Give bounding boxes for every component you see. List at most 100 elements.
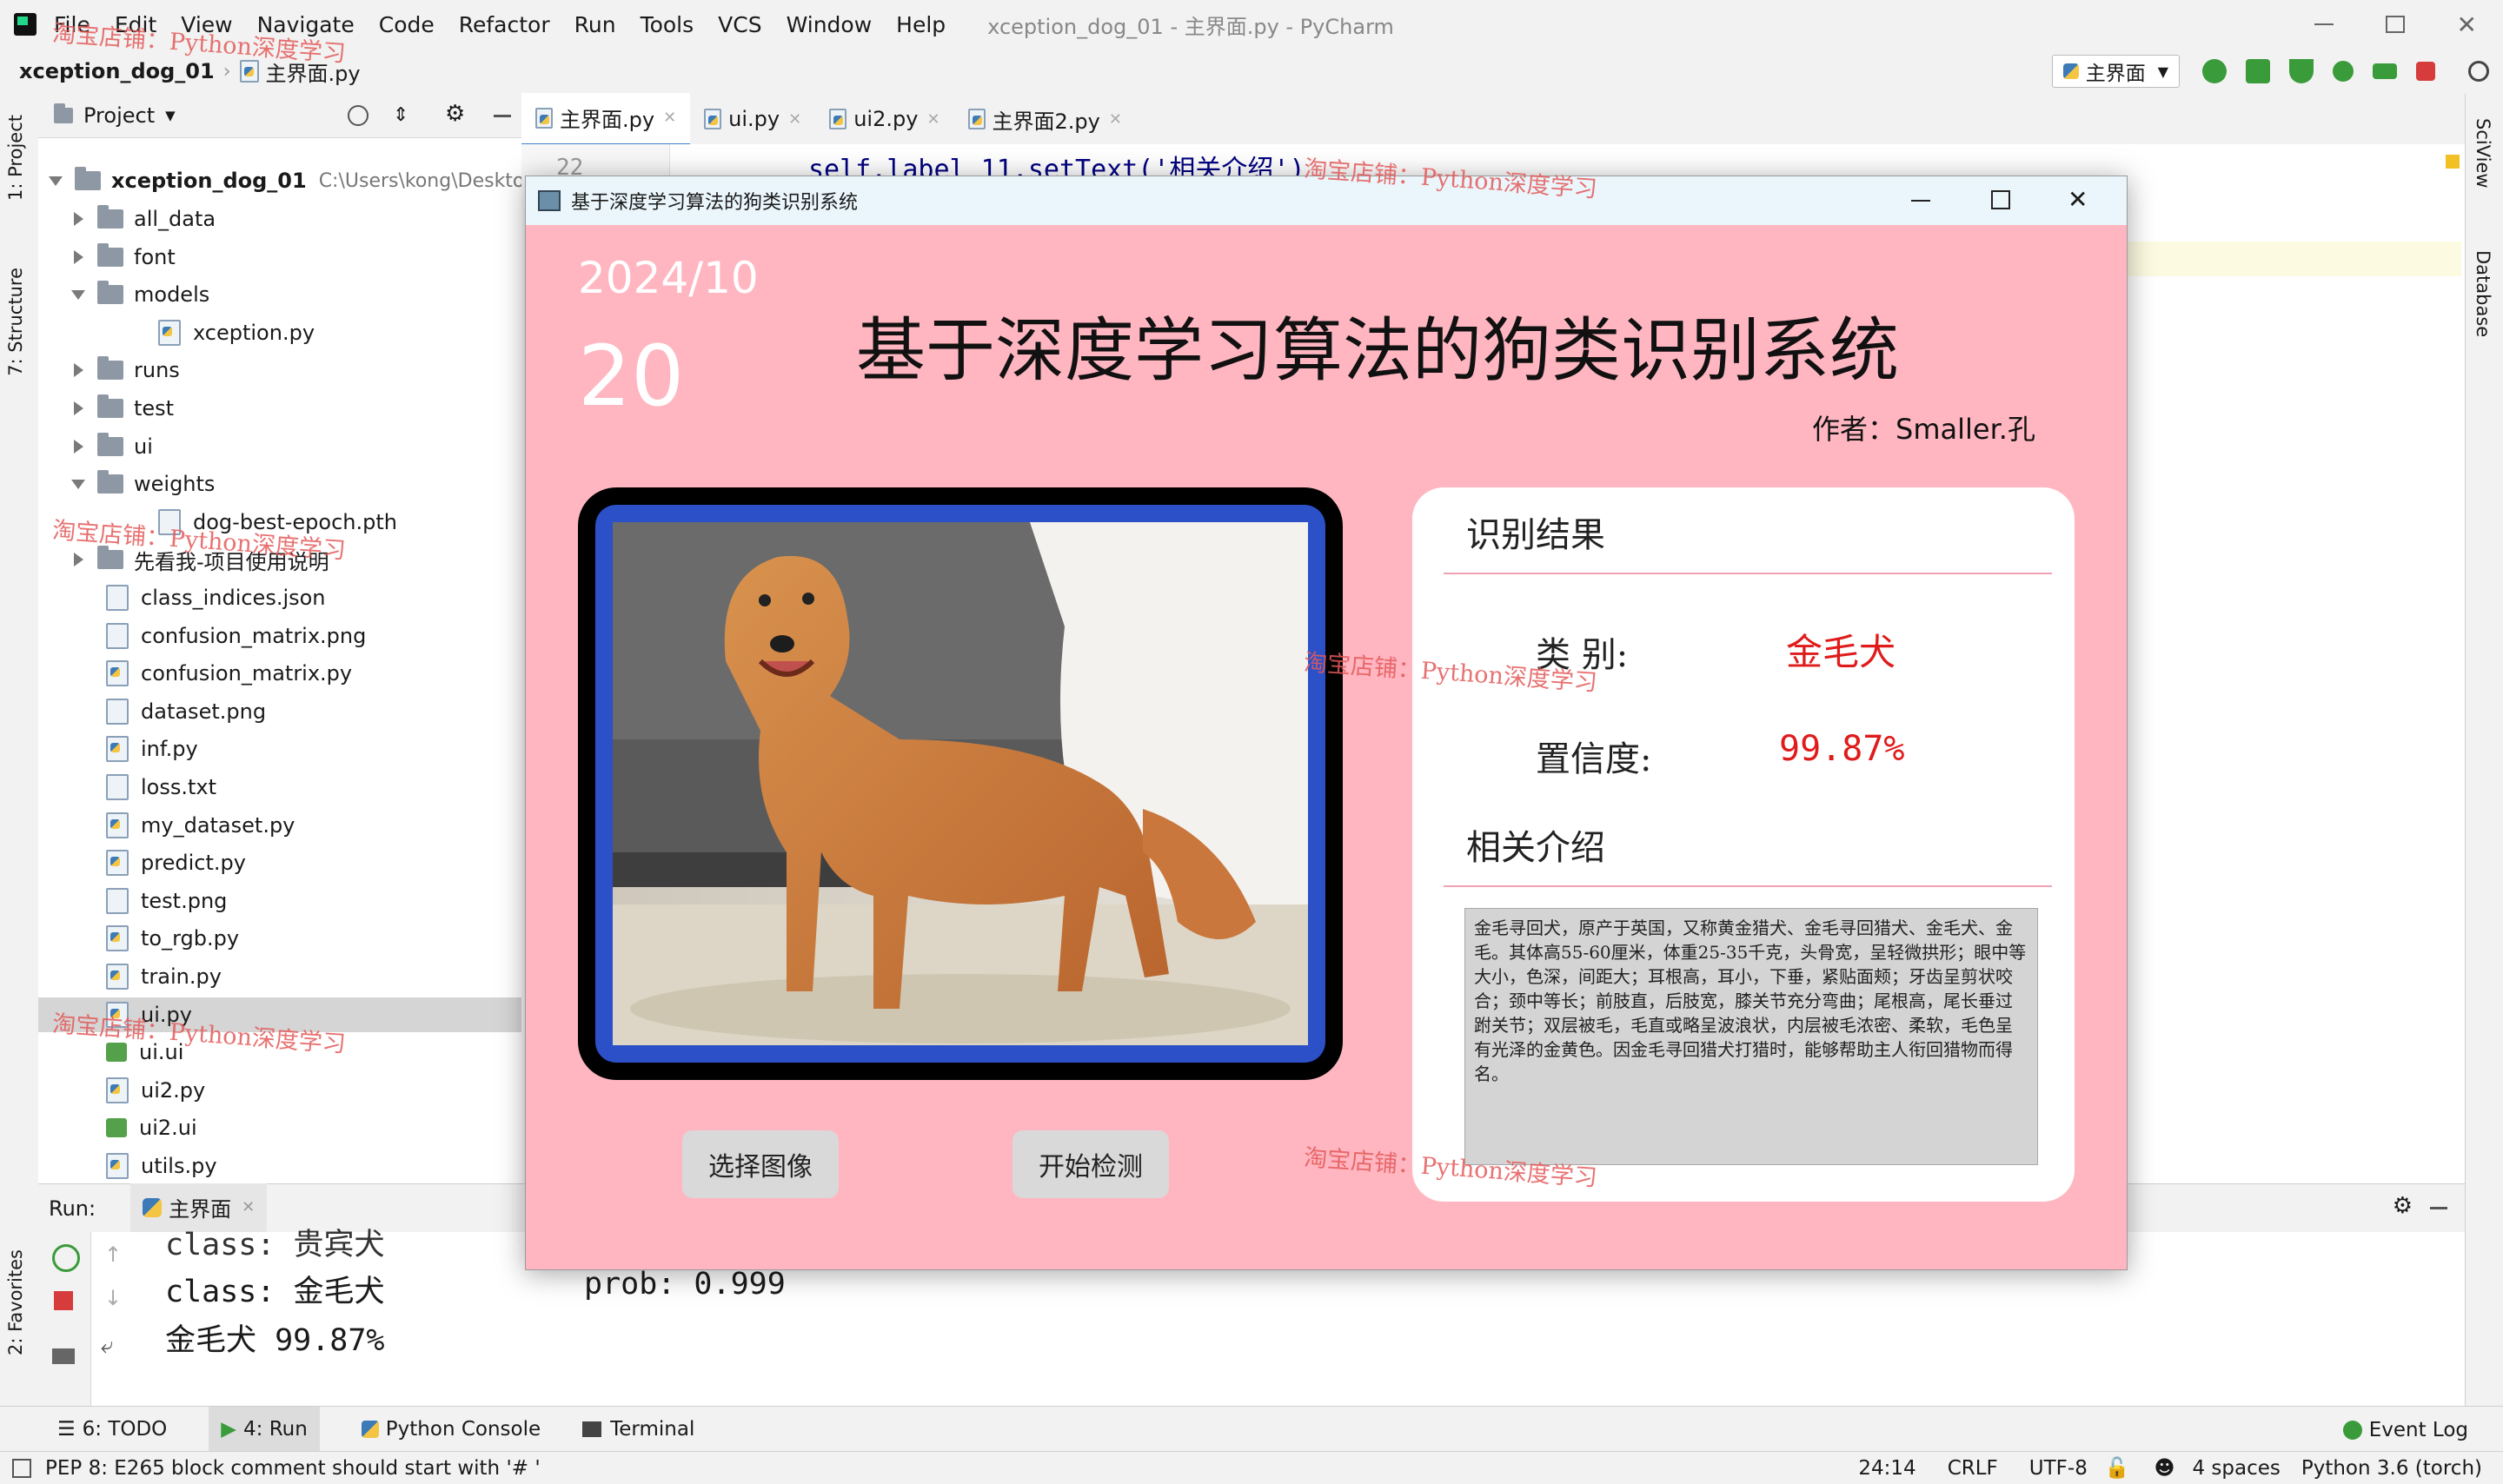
interpreter[interactable]: Python 3.6 (torch) [2301, 1457, 2482, 1480]
hide-panel-icon[interactable] [2430, 1207, 2447, 1209]
locate-icon[interactable] [348, 105, 368, 126]
start-detection-button[interactable]: 开始检测 [1012, 1130, 1169, 1198]
hide-panel-icon[interactable] [494, 115, 511, 117]
close-tab-icon[interactable]: ✕ [788, 110, 801, 129]
menu-refactor[interactable]: Refactor [459, 12, 550, 37]
stop-icon[interactable] [54, 1291, 73, 1310]
tree-item[interactable]: font [71, 240, 176, 275]
menu-edit[interactable]: Edit [115, 12, 156, 37]
tree-item[interactable]: runs [71, 353, 180, 388]
minimize-icon[interactable] [2314, 23, 2334, 25]
rerun-icon[interactable] [2202, 59, 2227, 83]
gear-icon[interactable]: ⚙ [2393, 1193, 2413, 1219]
tab-run[interactable]: ▶ 4: Run [209, 1407, 320, 1452]
search-icon[interactable] [2468, 61, 2489, 82]
stop-icon[interactable] [2416, 62, 2435, 81]
tree-item[interactable]: predict.py [71, 845, 246, 880]
tree-item[interactable]: ui.py [38, 997, 521, 1032]
collapse-arrow-icon[interactable] [74, 249, 83, 264]
gear-icon[interactable]: ⚙ [445, 101, 465, 127]
close-tab-icon[interactable]: ✕ [242, 1198, 255, 1216]
tab-python-console[interactable]: Python Console [361, 1418, 541, 1441]
menu-file[interactable]: File [54, 12, 90, 37]
collapse-arrow-icon[interactable] [74, 553, 83, 567]
caret-position[interactable]: 24:14 [1858, 1457, 1915, 1480]
tree-item[interactable]: inf.py [71, 732, 198, 766]
menu-view[interactable]: View [181, 12, 232, 37]
tree-item[interactable]: weights [71, 467, 215, 501]
tree-item[interactable]: confusion_matrix.py [71, 656, 352, 691]
editor-tab[interactable]: ui2.py ✕ [815, 94, 953, 144]
lock-icon[interactable]: 🔓 [2105, 1456, 2130, 1480]
close-tab-icon[interactable]: ✕ [1109, 110, 1122, 129]
app-minimize-icon[interactable] [1911, 200, 1930, 202]
tree-item[interactable]: models [71, 277, 209, 312]
tree-item[interactable]: ui2.ui [71, 1110, 197, 1145]
menu-navigate[interactable]: Navigate [257, 12, 355, 37]
expand-arrow-icon[interactable] [71, 289, 85, 300]
warning-marker[interactable] [2446, 155, 2460, 169]
debug-icon[interactable] [2246, 59, 2270, 83]
intro-text-box[interactable]: 金毛寻回犬，原产于英国，又称黄金猎犬、金毛寻回猎犬、金毛犬、金毛。其体高55-6… [1464, 908, 2038, 1165]
collapse-arrow-icon[interactable] [74, 212, 83, 226]
profile-icon[interactable] [2333, 61, 2354, 82]
tree-item[interactable]: dataset.png [71, 694, 266, 729]
status-window-icon[interactable] [12, 1458, 31, 1478]
project-panel-title[interactable]: Project [83, 103, 155, 128]
app-maximize-icon[interactable] [1991, 190, 2010, 209]
menu-tools[interactable]: Tools [641, 12, 694, 37]
collapse-arrow-icon[interactable] [74, 439, 83, 454]
tree-item[interactable]: all_data [71, 202, 216, 236]
inspector-icon[interactable]: ☻ [2154, 1457, 2174, 1480]
tool-tab-project[interactable]: 1: Project [5, 115, 26, 201]
close-tab-icon[interactable]: ✕ [926, 110, 939, 129]
breadcrumb-file[interactable]: 主界面.py [266, 56, 361, 87]
expand-arrow-icon[interactable] [71, 479, 85, 489]
collapse-icon[interactable]: ⇕ [393, 104, 408, 126]
tree-item[interactable]: xception.py [123, 315, 315, 350]
editor-tab[interactable]: ui.py ✕ [690, 94, 815, 144]
indent-setting[interactable]: 4 spaces [2192, 1457, 2280, 1480]
concurrency-icon[interactable] [2373, 63, 2397, 79]
tree-item[interactable]: my_dataset.py [71, 808, 295, 843]
collapse-arrow-icon[interactable] [74, 363, 83, 378]
tree-item[interactable]: train.py [71, 959, 222, 994]
tree-item[interactable]: test.png [71, 884, 227, 918]
tree-item[interactable]: to_rgb.py [71, 921, 239, 956]
menu-code[interactable]: Code [379, 12, 435, 37]
scroll-up-icon[interactable]: ↑ [104, 1242, 122, 1267]
tree-item[interactable]: loss.txt [71, 770, 216, 805]
collapse-arrow-icon[interactable] [74, 401, 83, 415]
tab-terminal[interactable]: Terminal [582, 1418, 694, 1441]
layout-icon[interactable] [52, 1348, 75, 1364]
tab-todo[interactable]: ☰ 6: TODO [57, 1418, 167, 1441]
tree-root[interactable]: xception_dog_01 C:\Users\kong\Desktop [49, 163, 521, 198]
coverage-icon[interactable] [2289, 59, 2314, 83]
rerun-icon[interactable] [52, 1244, 80, 1272]
close-icon[interactable]: ✕ [2457, 10, 2477, 39]
menu-window[interactable]: Window [787, 12, 873, 37]
soft-wrap-icon[interactable]: ⤶ [101, 1333, 114, 1360]
tree-item[interactable]: ui.ui [71, 1035, 183, 1070]
tree-item[interactable]: ui [71, 429, 153, 464]
line-separator[interactable]: CRLF [1948, 1457, 1998, 1480]
tree-item[interactable]: ui2.py [71, 1073, 205, 1108]
scroll-down-icon[interactable]: ↓ [104, 1286, 122, 1310]
tree-item[interactable]: 先看我-项目使用说明 [71, 542, 329, 577]
menu-vcs[interactable]: VCS [718, 12, 761, 37]
tab-event-log[interactable]: Event Log [2342, 1419, 2468, 1441]
tool-tab-database[interactable]: Database [2473, 250, 2493, 337]
chevron-down-icon[interactable]: ▼ [165, 108, 176, 123]
app-close-icon[interactable]: ✕ [2068, 185, 2088, 214]
tree-item[interactable]: class_indices.json [71, 580, 326, 615]
tree-item[interactable]: utils.py [71, 1149, 217, 1183]
tool-tab-sciview[interactable]: SciView [2473, 118, 2493, 189]
editor-tab[interactable]: 主界面2.py ✕ [954, 94, 1136, 144]
tree-item[interactable]: dog-best-epoch.pth [123, 505, 397, 540]
menu-run[interactable]: Run [574, 12, 616, 37]
close-tab-icon[interactable]: ✕ [663, 109, 676, 127]
file-encoding[interactable]: UTF-8 [2029, 1457, 2088, 1480]
tree-item[interactable]: confusion_matrix.png [71, 619, 366, 653]
tool-tab-favorites[interactable]: 2: Favorites [5, 1249, 26, 1355]
run-config-select[interactable]: 主界面 ▼ [2051, 55, 2180, 88]
